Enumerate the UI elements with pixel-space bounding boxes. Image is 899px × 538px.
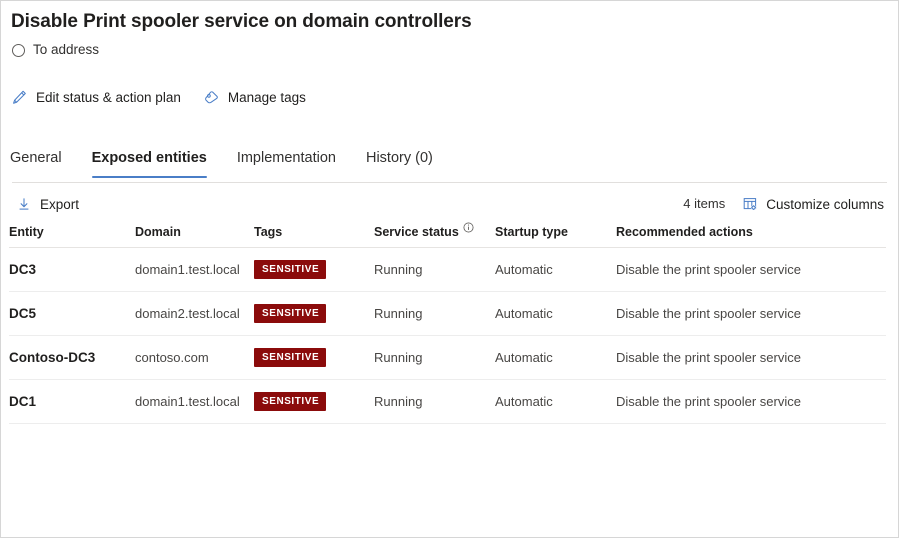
customize-columns-button[interactable]: Customize columns xyxy=(741,196,884,213)
tab-history[interactable]: History (0) xyxy=(366,149,433,178)
column-header-service-status[interactable]: Service status xyxy=(374,222,495,248)
table-toolbar: Export 4 items Customize columns xyxy=(1,183,898,225)
cell-entity: DC1 xyxy=(9,379,135,424)
cell-startup-type: Automatic xyxy=(495,291,616,336)
column-header-startup-type-label: Startup type xyxy=(495,225,568,239)
cell-recommended-action: Disable the print spooler service xyxy=(616,335,886,380)
cell-startup-type: Automatic xyxy=(495,335,616,380)
pencil-icon xyxy=(11,89,28,106)
status-badge: SENSITIVE xyxy=(254,392,327,411)
export-label: Export xyxy=(40,196,80,212)
cell-tags: SENSITIVE xyxy=(254,247,374,292)
download-icon xyxy=(15,196,32,213)
cell-service-status: Running xyxy=(374,247,495,292)
status-badge: SENSITIVE xyxy=(254,304,327,323)
manage-tags-button[interactable]: Manage tags xyxy=(203,89,306,106)
cell-recommended-action: Disable the print spooler service xyxy=(616,291,886,336)
column-header-domain[interactable]: Domain xyxy=(135,225,254,248)
column-header-service-status-label: Service status xyxy=(374,225,459,239)
tag-icon xyxy=(203,89,220,106)
cell-recommended-action: Disable the print spooler service xyxy=(616,379,886,424)
table-row[interactable]: Contoso-DC3 contoso.com SENSITIVE Runnin… xyxy=(9,335,886,380)
column-header-startup-type[interactable]: Startup type xyxy=(495,225,616,248)
cell-entity: Contoso-DC3 xyxy=(9,335,135,380)
cell-tags: SENSITIVE xyxy=(254,335,374,380)
cell-service-status: Running xyxy=(374,291,495,336)
radio-unchecked-icon[interactable] xyxy=(12,43,25,57)
info-icon[interactable] xyxy=(463,222,474,233)
cell-startup-type: Automatic xyxy=(495,379,616,424)
cell-recommended-action: Disable the print spooler service xyxy=(616,247,886,292)
status-row: To address xyxy=(11,42,888,58)
page-title: Disable Print spooler service on domain … xyxy=(11,11,472,32)
tab-exposed-entities[interactable]: Exposed entities xyxy=(91,149,208,178)
column-header-entity-label: Entity xyxy=(9,225,44,239)
cell-domain: domain1.test.local xyxy=(135,379,254,424)
table-body: DC3 domain1.test.local SENSITIVE Running… xyxy=(9,247,886,424)
security-recommendation-panel: Disable Print spooler service on domain … xyxy=(0,0,899,538)
table-header-row: Entity Domain Tags Service status Startu… xyxy=(9,222,886,248)
table-header: Entity Domain Tags Service status Startu… xyxy=(9,222,886,248)
edit-status-action-plan-button[interactable]: Edit status & action plan xyxy=(11,89,181,106)
export-button[interactable]: Export xyxy=(15,196,79,213)
column-header-recommended-actions[interactable]: Recommended actions xyxy=(616,225,886,248)
edit-status-action-plan-label: Edit status & action plan xyxy=(36,89,181,105)
panel-header: Disable Print spooler service on domain … xyxy=(1,1,898,58)
items-count: 4 items xyxy=(683,196,726,211)
column-header-tags[interactable]: Tags xyxy=(254,225,374,248)
column-header-domain-label: Domain xyxy=(135,225,181,239)
tab-implementation[interactable]: Implementation xyxy=(237,149,336,178)
manage-tags-label: Manage tags xyxy=(227,89,306,105)
cell-service-status: Running xyxy=(374,379,495,424)
table-row[interactable]: DC1 domain1.test.local SENSITIVE Running… xyxy=(9,379,886,424)
cell-domain: contoso.com xyxy=(135,335,254,380)
column-header-entity[interactable]: Entity xyxy=(9,225,135,248)
table-row[interactable]: DC3 domain1.test.local SENSITIVE Running… xyxy=(9,247,886,292)
exposed-entities-table-container: Entity Domain Tags Service status Startu… xyxy=(1,222,898,424)
customize-columns-icon xyxy=(741,196,758,213)
column-header-tags-label: Tags xyxy=(254,225,283,239)
table-row[interactable]: DC5 domain2.test.local SENSITIVE Running… xyxy=(9,291,886,336)
cell-domain: domain1.test.local xyxy=(135,247,254,292)
tab-general[interactable]: General xyxy=(10,149,62,178)
tab-list: General Exposed entities Implementation … xyxy=(1,146,898,178)
status-badge: SENSITIVE xyxy=(254,260,327,279)
cell-tags: SENSITIVE xyxy=(254,291,374,336)
cell-service-status: Running xyxy=(374,335,495,380)
cell-entity: DC3 xyxy=(9,247,135,292)
cell-startup-type: Automatic xyxy=(495,247,616,292)
customize-columns-label: Customize columns xyxy=(766,196,884,212)
exposed-entities-table: Entity Domain Tags Service status Startu… xyxy=(9,222,886,424)
cell-tags: SENSITIVE xyxy=(254,379,374,424)
column-header-recommended-actions-label: Recommended actions xyxy=(616,225,753,239)
status-label: To address xyxy=(33,42,100,57)
command-bar: Edit status & action plan Manage tags xyxy=(1,84,898,110)
cell-entity: DC5 xyxy=(9,291,135,336)
cell-domain: domain2.test.local xyxy=(135,291,254,336)
status-badge: SENSITIVE xyxy=(254,348,327,367)
toolbar-right-group: 4 items Customize columns xyxy=(683,196,884,213)
